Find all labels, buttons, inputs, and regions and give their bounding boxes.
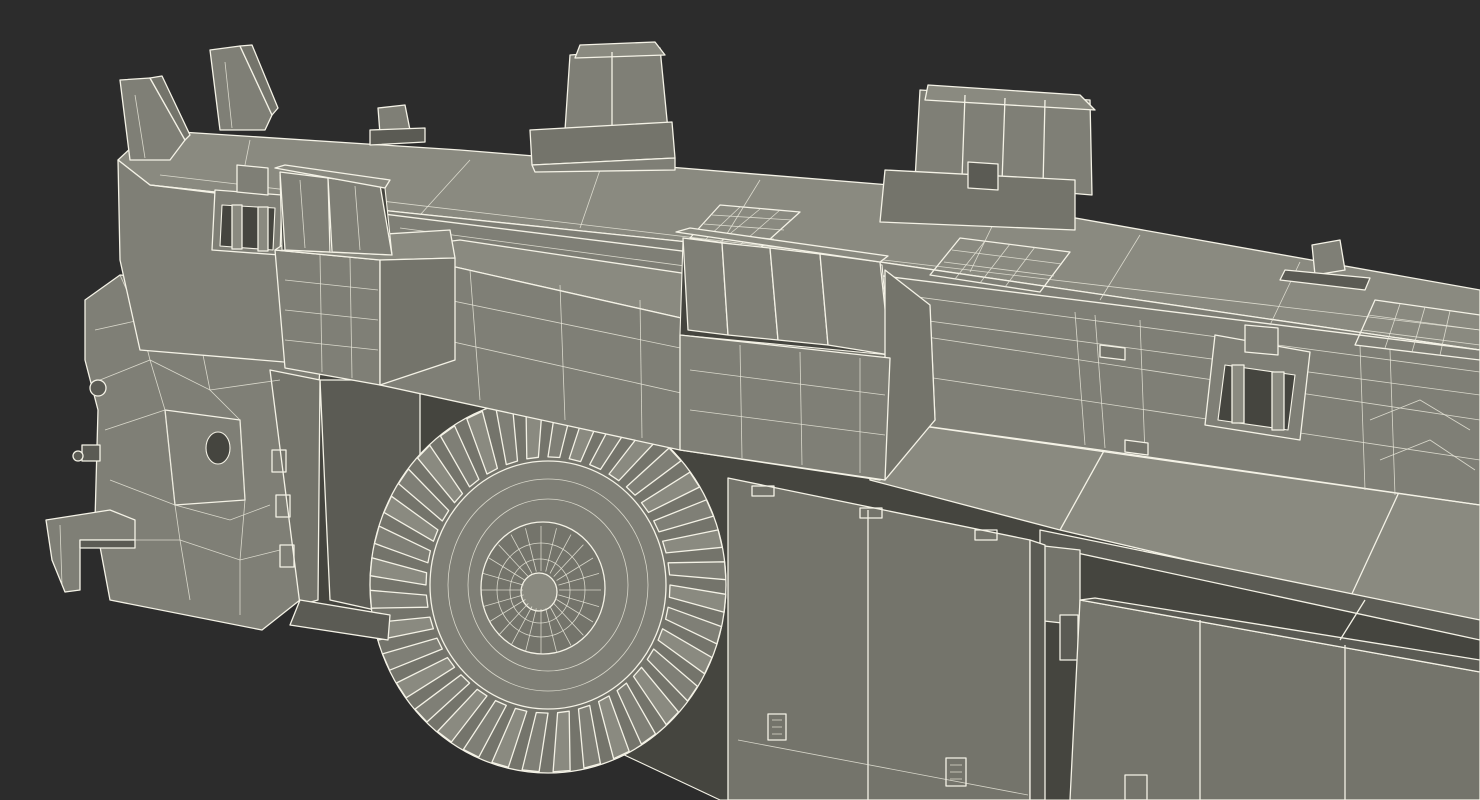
crane-wireframe-render bbox=[0, 0, 1480, 800]
wheel bbox=[369, 396, 727, 774]
boom-saddle bbox=[274, 164, 393, 256]
